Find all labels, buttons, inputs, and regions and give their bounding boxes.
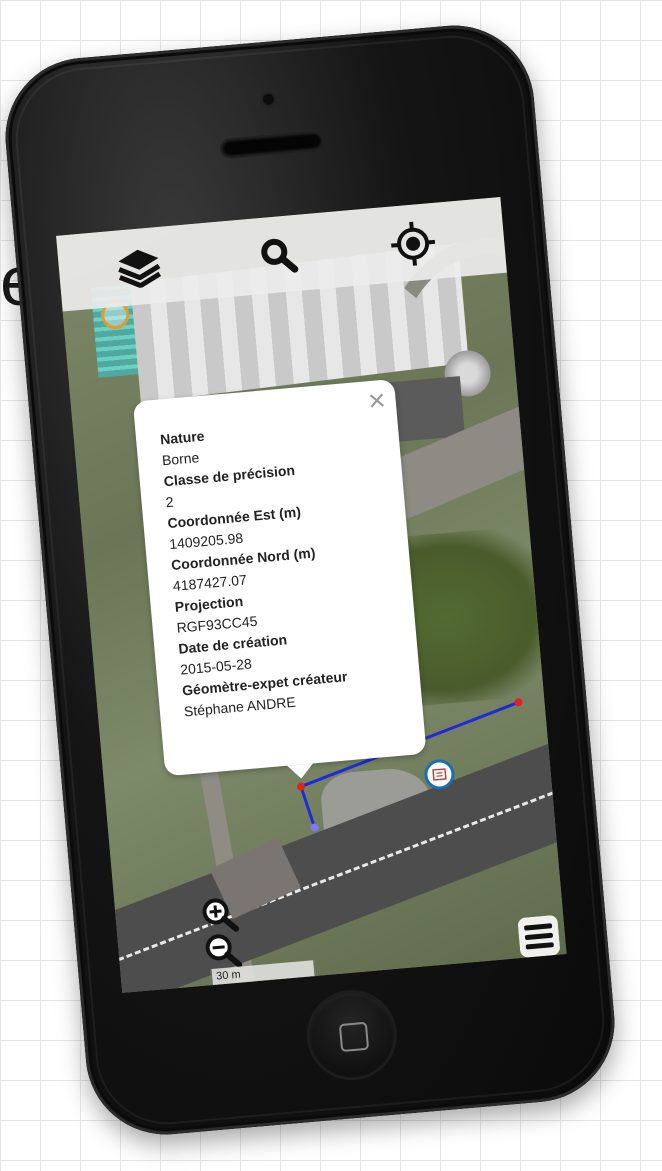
search-button[interactable] — [252, 228, 306, 282]
zoom-out-button[interactable] — [202, 930, 243, 971]
survey-vertex[interactable] — [310, 823, 319, 832]
feature-info-popup: × Nature Borne Classe de précision 2 Coo… — [132, 378, 427, 777]
home-square-icon — [338, 1021, 370, 1053]
phone-device: × Nature Borne Classe de précision 2 Coo… — [0, 18, 622, 1142]
locate-button[interactable] — [386, 217, 440, 271]
crosshair-icon — [390, 221, 436, 266]
survey-line-segment[interactable] — [299, 786, 317, 829]
layers-icon — [118, 249, 162, 289]
popup-attributes: Nature Borne Classe de précision 2 Coord… — [159, 415, 350, 722]
close-icon[interactable]: × — [367, 384, 387, 418]
menu-button[interactable] — [517, 915, 560, 958]
front-camera — [262, 93, 275, 106]
zoom-in-icon — [202, 898, 240, 932]
app-screen: × Nature Borne Classe de précision 2 Coo… — [56, 196, 567, 993]
layers-button[interactable] — [112, 241, 166, 295]
zoom-in-button[interactable] — [199, 895, 240, 936]
survey-vertex[interactable] — [296, 782, 306, 791]
zoom-out-icon — [205, 934, 243, 968]
home-button[interactable] — [306, 989, 398, 1081]
survey-vertex[interactable] — [514, 698, 523, 707]
document-icon — [432, 768, 447, 781]
earpiece-speaker — [221, 132, 323, 157]
search-icon — [261, 238, 299, 273]
hamburger-menu-icon — [517, 915, 560, 958]
